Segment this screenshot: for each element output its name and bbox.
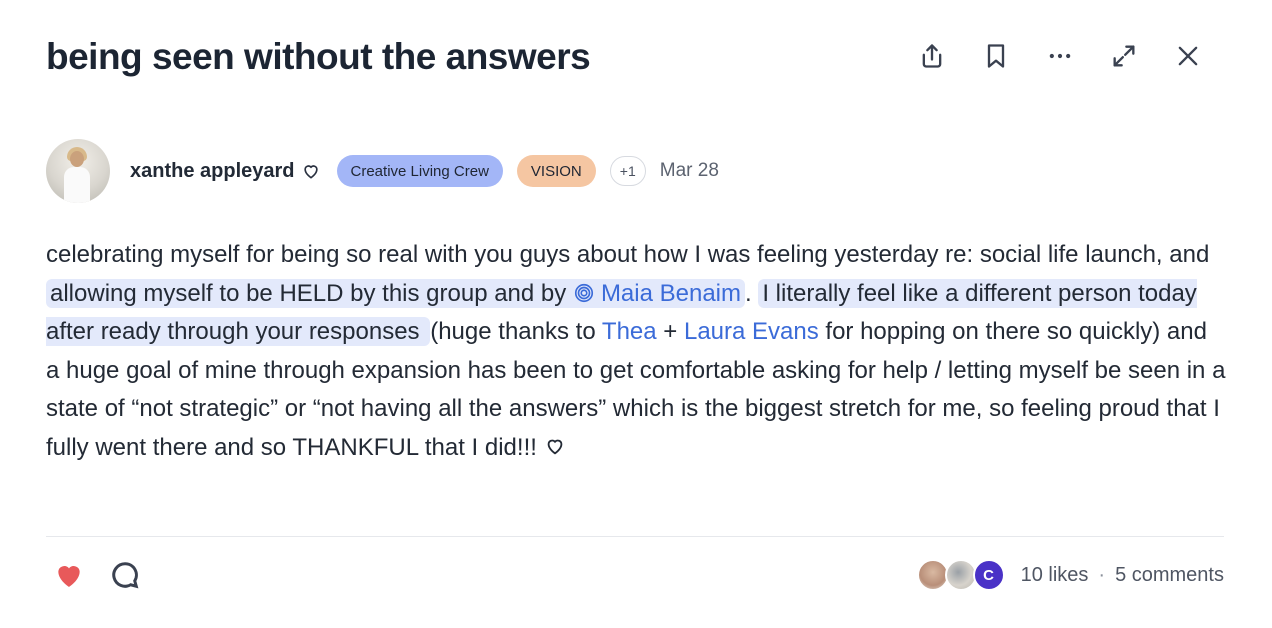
avatar [916,559,949,591]
highlighted-text: allowing myself to be HELD by this group… [46,278,745,308]
bookmark-icon [987,44,1005,68]
stats-separator: · [1098,563,1106,586]
post-stats: C 10 likes · 5 comments [916,558,1224,592]
more-options-button[interactable] [1028,36,1092,76]
heart-outline-icon [544,431,566,454]
author-row: xanthe appleyard Creative Living Crew VI… [46,139,719,203]
badge-vision[interactable]: VISION [516,155,596,187]
post-body: celebrating myself for being so real wit… [46,241,1226,461]
liker-avatars[interactable]: C [916,559,1005,591]
expand-button[interactable] [1092,36,1156,76]
body-text: celebrating myself for being so real wit… [46,241,1210,268]
avatar: C [972,559,1005,591]
avatar [944,559,977,591]
post-date: Mar 28 [659,160,719,181]
comment-icon [112,562,139,589]
footer-divider [46,536,1224,537]
share-button[interactable] [900,36,964,76]
likes-count[interactable]: 10 likes [1021,564,1089,587]
more-icon [1049,53,1071,59]
like-button[interactable] [52,558,86,592]
comment-button[interactable] [108,558,142,592]
heart-outline-icon [301,161,321,181]
badge-creative-living-crew[interactable]: Creative Living Crew [336,155,503,187]
post-actions [52,558,142,592]
close-button[interactable] [1156,36,1220,76]
author-name[interactable]: xanthe appleyard [130,160,295,183]
more-badges-button[interactable]: +1 [609,156,646,186]
author-avatar[interactable] [46,139,110,203]
close-icon [1178,46,1198,66]
spiral-icon [573,278,595,302]
mention-maia-benaim[interactable]: Maia Benaim [601,280,741,307]
mention-thea[interactable]: Thea [602,318,657,345]
share-icon [922,44,942,68]
post-toolbar [900,36,1220,76]
comments-count[interactable]: 5 comments [1115,564,1224,587]
mention-laura-evans[interactable]: Laura Evans [684,318,819,345]
heart-filled-icon [58,566,80,587]
post-title: being seen without the answers [46,36,591,77]
bookmark-button[interactable] [964,36,1028,76]
expand-icon [1113,45,1135,67]
